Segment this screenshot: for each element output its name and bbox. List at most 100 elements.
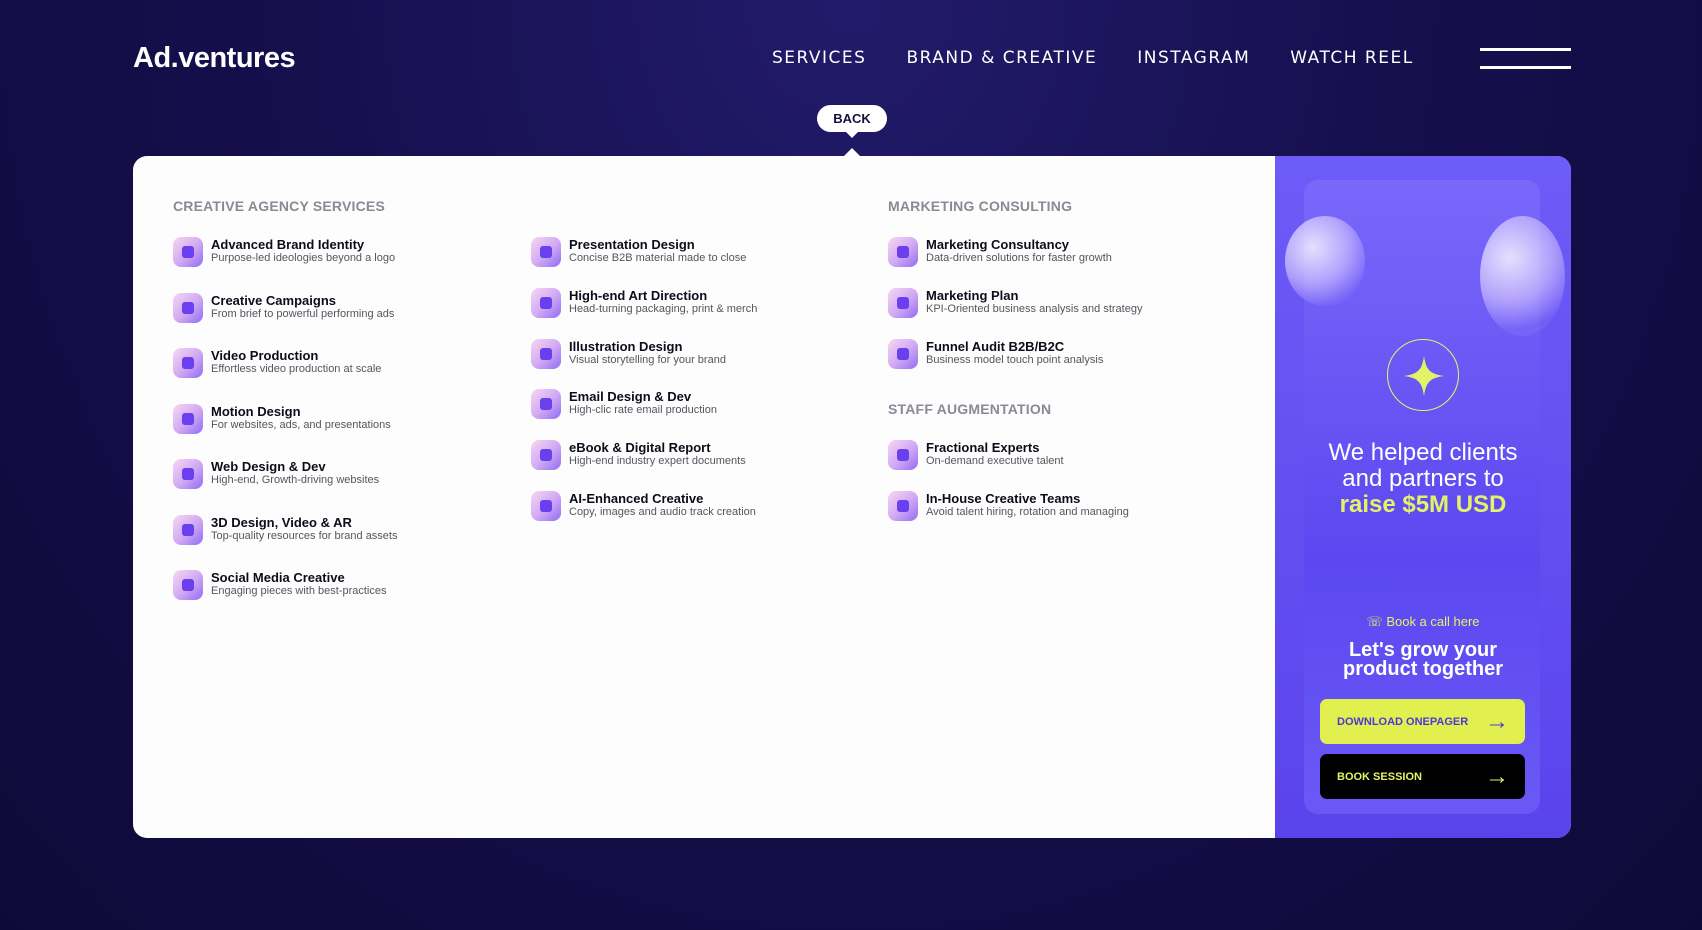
download-label: DOWNLOAD ONEPAGER bbox=[1337, 715, 1469, 728]
grow-line-1: Let's grow your bbox=[1348, 639, 1498, 661]
service-desc: Engaging pieces with best-practices bbox=[211, 585, 387, 597]
service-motion-design[interactable]: Motion Design For websites, ads, and pres… bbox=[173, 404, 493, 434]
service-desc: Top-quality resources for brand assets bbox=[211, 530, 398, 542]
promo-highlight: raise $5M USD bbox=[1339, 491, 1507, 518]
pen-icon bbox=[531, 288, 561, 318]
service-social-media[interactable]: Social Media Creative Engaging pieces wit… bbox=[173, 570, 493, 600]
service-desc: Visual storytelling for your brand bbox=[569, 354, 726, 366]
service-name: Marketing Consultancy bbox=[926, 237, 1070, 252]
calendar-icon bbox=[173, 570, 203, 600]
document-icon bbox=[531, 440, 561, 470]
nav-watch-reel[interactable]: WATCH REEL bbox=[1290, 48, 1413, 68]
code-icon bbox=[531, 389, 561, 419]
grow-line-2: product together bbox=[1343, 658, 1503, 680]
decorative-shape bbox=[1285, 216, 1365, 306]
cursor-icon bbox=[531, 237, 561, 267]
people-icon bbox=[888, 440, 918, 470]
pulse-icon bbox=[888, 339, 918, 369]
section-title-creative: CREATIVE AGENCY SERVICES bbox=[173, 198, 385, 214]
service-name: Web Design & Dev bbox=[211, 459, 326, 474]
section-title-staff: STAFF AUGMENTATION bbox=[888, 401, 1052, 417]
service-marketing-plan[interactable]: Marketing Plan KPI-Oriented business anal… bbox=[888, 288, 1208, 318]
menu-icon[interactable] bbox=[1480, 48, 1571, 70]
service-name: Motion Design bbox=[211, 404, 301, 419]
service-name: 3D Design, Video & AR bbox=[211, 515, 352, 530]
service-name: Social Media Creative bbox=[211, 570, 345, 585]
service-name: Marketing Plan bbox=[926, 288, 1019, 303]
service-email-design[interactable]: Email Design & Dev High-clic rate email p… bbox=[531, 389, 851, 419]
nav-instagram[interactable]: INSTAGRAM bbox=[1137, 48, 1250, 68]
download-onepager-button[interactable]: DOWNLOAD ONEPAGER → bbox=[1320, 699, 1525, 744]
service-ai-creative[interactable]: AI-Enhanced Creative Copy, images and aud… bbox=[531, 491, 851, 521]
service-desc: Avoid talent hiring, rotation and managi… bbox=[926, 506, 1129, 518]
service-inhouse-teams[interactable]: In-House Creative Teams Avoid talent hiri… bbox=[888, 491, 1208, 521]
service-name: AI-Enhanced Creative bbox=[569, 491, 704, 506]
service-name: Advanced Brand Identity bbox=[211, 237, 365, 252]
service-presentation-design[interactable]: Presentation Design Concise B2B material … bbox=[531, 237, 851, 267]
service-advanced-brand-identity[interactable]: Advanced Brand Identity Purpose-led ideol… bbox=[173, 237, 493, 267]
main-nav: SERVICES BRAND & CREATIVE INSTAGRAM WATC… bbox=[772, 48, 1454, 68]
service-web-design[interactable]: Web Design & Dev High-end, Growth-driving… bbox=[173, 459, 493, 489]
edit-icon bbox=[888, 288, 918, 318]
nav-brand-creative[interactable]: BRAND & CREATIVE bbox=[906, 48, 1097, 68]
service-ebook[interactable]: eBook & Digital Report High-end industry … bbox=[531, 440, 851, 470]
service-fractional-experts[interactable]: Fractional Experts On-demand executive ta… bbox=[888, 440, 1208, 470]
service-desc: From brief to powerful performing ads bbox=[211, 308, 395, 320]
service-name: Email Design & Dev bbox=[569, 389, 692, 404]
service-name: Funnel Audit B2B/B2C bbox=[926, 339, 1065, 354]
promo-line-1: We helped clients bbox=[1328, 439, 1518, 466]
service-desc: High-end, Growth-driving websites bbox=[211, 474, 380, 486]
service-funnel-audit[interactable]: Funnel Audit B2B/B2C Business model touch… bbox=[888, 339, 1208, 369]
service-desc: Copy, images and audio track creation bbox=[569, 506, 756, 518]
service-desc: Business model touch point analysis bbox=[926, 354, 1104, 366]
layout-icon bbox=[173, 459, 203, 489]
arrow-right-icon: → bbox=[1485, 762, 1509, 790]
book-call-link[interactable]: ☏ Book a call here bbox=[1275, 614, 1571, 630]
service-art-direction[interactable]: High-end Art Direction Head-turning packa… bbox=[531, 288, 851, 318]
brand-identity-icon bbox=[173, 237, 203, 267]
service-name: High-end Art Direction bbox=[569, 288, 708, 303]
service-desc: Effortless video production at scale bbox=[211, 363, 382, 375]
service-name: Video Production bbox=[211, 348, 319, 363]
service-marketing-consultancy[interactable]: Marketing Consultancy Data-driven solutio… bbox=[888, 237, 1208, 267]
trend-icon bbox=[531, 491, 561, 521]
service-desc: For websites, ads, and presentations bbox=[211, 419, 391, 431]
palette-icon bbox=[531, 339, 561, 369]
service-desc: Purpose-led ideologies beyond a logo bbox=[211, 252, 396, 264]
arrow-right-icon: → bbox=[1485, 707, 1509, 735]
section-title-marketing: MARKETING CONSULTING bbox=[888, 198, 1073, 214]
service-desc: High-end industry expert documents bbox=[569, 455, 746, 467]
brush-icon bbox=[173, 293, 203, 323]
service-desc: Data-driven solutions for faster growth bbox=[926, 252, 1112, 264]
service-desc: Head-turning packaging, print & merch bbox=[569, 303, 758, 315]
service-desc: On-demand executive talent bbox=[926, 455, 1064, 467]
3d-icon bbox=[173, 515, 203, 545]
service-3d-design[interactable]: 3D Design, Video & AR Top-quality resourc… bbox=[173, 515, 493, 545]
service-name: Fractional Experts bbox=[926, 440, 1040, 455]
play-icon bbox=[173, 348, 203, 378]
service-name: Presentation Design bbox=[569, 237, 695, 252]
presentation-icon bbox=[888, 237, 918, 267]
nav-services[interactable]: SERVICES bbox=[772, 48, 866, 68]
services-panel: CREATIVE AGENCY SERVICES Advanced Brand … bbox=[133, 156, 1571, 838]
service-name: eBook & Digital Report bbox=[569, 440, 711, 455]
service-illustration-design[interactable]: Illustration Design Visual storytelling f… bbox=[531, 339, 851, 369]
service-name: Creative Campaigns bbox=[211, 293, 336, 308]
service-desc: KPI-Oriented business analysis and strat… bbox=[926, 303, 1143, 315]
hash-icon bbox=[173, 404, 203, 434]
badge-icon bbox=[888, 491, 918, 521]
back-button[interactable]: BACK bbox=[817, 105, 887, 138]
service-desc: Concise B2B material made to close bbox=[569, 252, 747, 264]
service-name: Illustration Design bbox=[569, 339, 683, 354]
sparkle-icon bbox=[1387, 339, 1459, 411]
service-video-production[interactable]: Video Production Effortless video product… bbox=[173, 348, 493, 378]
decorative-shape bbox=[1480, 216, 1565, 336]
book-session-label: BOOK SESSION bbox=[1337, 770, 1422, 783]
service-desc: High-clic rate email production bbox=[569, 404, 717, 416]
service-name: In-House Creative Teams bbox=[926, 491, 1081, 506]
service-creative-campaigns[interactable]: Creative Campaigns From brief to powerful… bbox=[173, 293, 493, 323]
logo[interactable]: Ad.ventures bbox=[133, 42, 296, 75]
book-call-label: Book a call here bbox=[1386, 614, 1480, 629]
book-session-button[interactable]: BOOK SESSION → bbox=[1320, 754, 1525, 799]
phone-icon: ☏ bbox=[1366, 614, 1387, 629]
